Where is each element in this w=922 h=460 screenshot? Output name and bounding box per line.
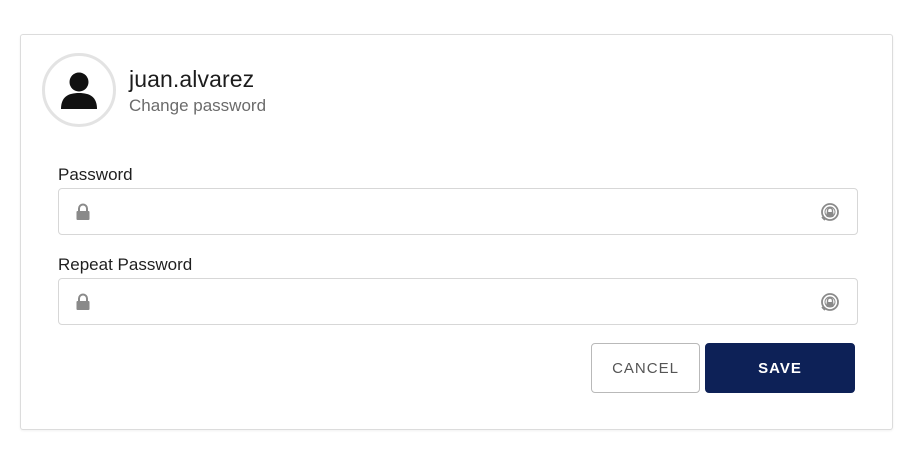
lock-icon bbox=[76, 293, 90, 310]
password-label: Password bbox=[58, 165, 133, 184]
show-password-icon[interactable] bbox=[819, 201, 841, 223]
cancel-button[interactable]: CANCEL bbox=[591, 343, 700, 393]
show-password-icon[interactable] bbox=[819, 291, 841, 313]
save-button[interactable]: SAVE bbox=[705, 343, 855, 393]
repeat-password-input[interactable] bbox=[105, 279, 805, 324]
avatar bbox=[42, 53, 116, 127]
password-field-container bbox=[58, 188, 858, 235]
change-password-card: juan.alvarez Change password Password Re… bbox=[20, 34, 893, 430]
lock-icon bbox=[76, 203, 90, 220]
repeat-password-label: Repeat Password bbox=[58, 255, 193, 274]
password-input[interactable] bbox=[105, 189, 805, 234]
page-subtitle: Change password bbox=[129, 96, 267, 115]
user-silhouette-icon bbox=[61, 72, 97, 109]
repeat-password-field-container bbox=[58, 278, 858, 325]
username: juan.alvarez bbox=[129, 66, 255, 92]
